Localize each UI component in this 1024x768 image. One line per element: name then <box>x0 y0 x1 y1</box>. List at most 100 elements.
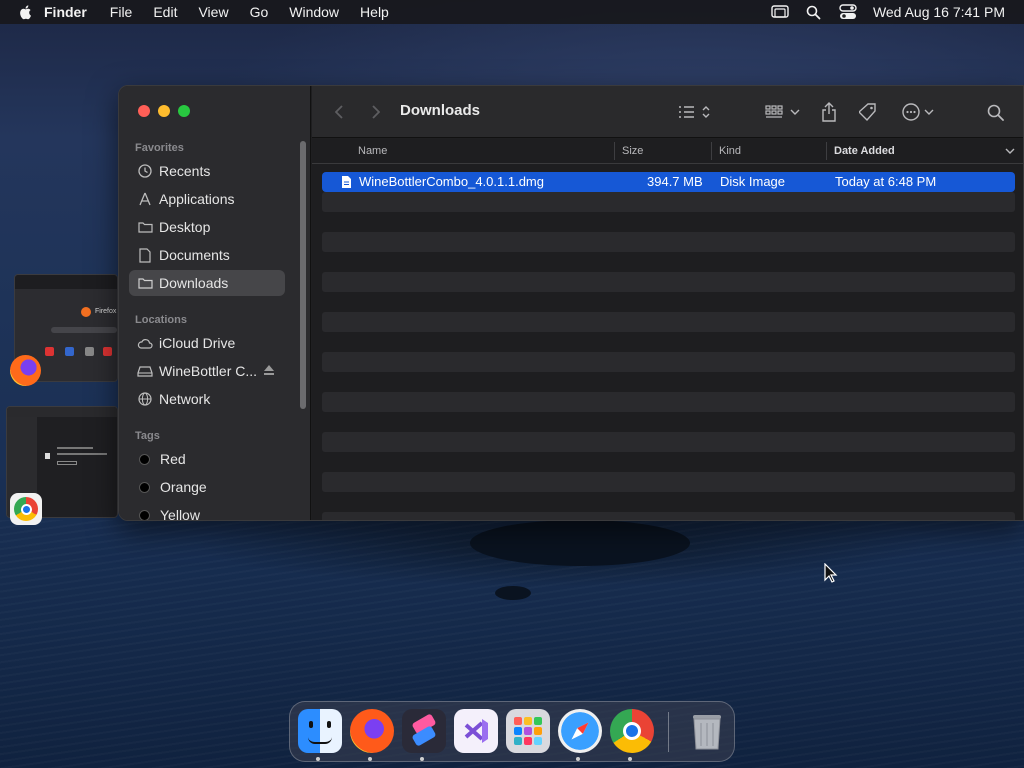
column-header-kind[interactable]: Kind <box>719 145 741 157</box>
empty-row-stripe <box>322 352 1015 372</box>
eject-icon[interactable] <box>263 364 275 376</box>
tag-dot-icon <box>139 509 150 520</box>
file-name: WineBottlerCombo_4.0.1.1.dmg <box>359 174 544 189</box>
applications-icon <box>137 191 153 207</box>
sidebar-item-applications[interactable]: Applications <box>129 186 285 212</box>
sidebar-item-label: Orange <box>160 479 207 495</box>
menu-bar: Finder File Edit View Go Window Help Wed… <box>0 0 1024 24</box>
column-divider[interactable] <box>614 142 615 160</box>
screen-mirroring-icon[interactable] <box>771 3 789 21</box>
dock-visual-studio-icon[interactable] <box>454 709 498 753</box>
menu-help[interactable]: Help <box>360 4 389 20</box>
tag-dot-icon <box>139 453 150 465</box>
zoom-window-button[interactable] <box>178 105 190 117</box>
clock-icon <box>137 163 153 179</box>
document-icon <box>137 247 153 263</box>
active-app-name[interactable]: Finder <box>44 4 87 20</box>
empty-row-stripe <box>322 312 1015 332</box>
column-header-row: Name Size Kind Date Added <box>312 139 1023 164</box>
close-window-button[interactable] <box>138 105 150 117</box>
search-button[interactable] <box>984 101 1006 123</box>
thumbnail-shortcut <box>65 347 74 356</box>
dock-finder-icon[interactable] <box>298 709 342 753</box>
menu-window[interactable]: Window <box>289 4 339 20</box>
sidebar-scrollbar[interactable] <box>300 141 306 409</box>
menu-file[interactable]: File <box>110 4 133 20</box>
sort-descending-chevron-icon[interactable] <box>1005 148 1015 155</box>
cloud-icon <box>137 335 153 351</box>
group-by-button[interactable] <box>764 101 804 123</box>
sidebar-item-label: Applications <box>159 191 235 207</box>
document-file-icon <box>342 176 351 188</box>
column-divider[interactable] <box>711 142 712 160</box>
menu-edit[interactable]: Edit <box>153 4 177 20</box>
sidebar-item-label: Documents <box>159 247 230 263</box>
column-header-name[interactable]: Name <box>358 145 387 157</box>
finder-window: Favorites Recents Applications Desktop D… <box>118 85 1024 521</box>
more-actions-button[interactable] <box>900 101 940 123</box>
dock-safari-icon[interactable] <box>558 709 602 753</box>
chevron-right-icon <box>371 105 380 119</box>
running-indicator-dot <box>420 757 424 761</box>
control-center-icon[interactable] <box>839 3 857 21</box>
dock-shortcuts-icon[interactable] <box>402 709 446 753</box>
file-kind: Disk Image <box>720 174 786 189</box>
share-button[interactable] <box>818 100 840 124</box>
sidebar-item-label: WineBottler C... <box>159 363 258 379</box>
thumbnail-line <box>57 461 77 465</box>
menu-view[interactable]: View <box>198 4 228 20</box>
menu-bar-clock[interactable]: Wed Aug 16 7:41 PM <box>873 4 1005 20</box>
sidebar-item-desktop[interactable]: Desktop <box>129 214 285 240</box>
dock-trash-icon[interactable] <box>685 709 729 753</box>
file-size: 394.7 MB <box>647 174 703 189</box>
view-options-button[interactable] <box>676 101 716 123</box>
grid-view-icon <box>765 105 800 118</box>
sidebar-tag-orange[interactable]: Orange <box>129 474 285 500</box>
sidebar-item-label: Yellow <box>160 507 200 521</box>
minimize-window-button[interactable] <box>158 105 170 117</box>
dock-separator <box>668 712 669 752</box>
thumbnail-shortcut <box>85 347 94 356</box>
running-indicator-dot <box>628 757 632 761</box>
dock-firefox-icon[interactable] <box>350 709 394 753</box>
share-icon <box>822 102 836 122</box>
tags-button[interactable] <box>857 101 879 123</box>
menu-go[interactable]: Go <box>250 4 269 20</box>
file-row[interactable]: WineBottlerCombo_4.0.1.1.dmg 394.7 MB Di… <box>322 172 1015 192</box>
sidebar-item-label: Desktop <box>159 219 211 235</box>
column-divider[interactable] <box>826 142 827 160</box>
sidebar-item-label: iCloud Drive <box>159 335 236 351</box>
forward-button[interactable] <box>368 103 382 121</box>
sidebar-item-winebottler-volume[interactable]: WineBottler C... <box>129 358 285 384</box>
dock-launchpad-icon[interactable] <box>506 709 550 753</box>
file-list: Name Size Kind Date Added WineBottlerCom… <box>312 139 1023 520</box>
sidebar-item-icloud-drive[interactable]: iCloud Drive <box>129 330 285 356</box>
sidebar-item-recents[interactable]: Recents <box>129 158 285 184</box>
spotlight-search-icon[interactable] <box>805 3 823 21</box>
thumbnail-shortcut <box>45 347 54 356</box>
sidebar-section-tags: Tags <box>135 430 160 442</box>
dock <box>289 701 735 762</box>
empty-row-stripe <box>322 272 1015 292</box>
sidebar-item-downloads[interactable]: Downloads <box>129 270 285 296</box>
empty-row-stripe <box>322 472 1015 492</box>
back-button[interactable] <box>332 103 346 121</box>
thumbnail-tabbar <box>15 275 117 289</box>
sidebar-item-label: Network <box>159 391 211 407</box>
sidebar-item-label: Red <box>160 451 186 467</box>
chrome-app-badge-icon[interactable] <box>10 493 42 525</box>
column-header-date-added[interactable]: Date Added <box>834 145 895 157</box>
sidebar-tag-yellow[interactable]: Yellow <box>129 502 285 521</box>
sidebar-item-network[interactable]: Network <box>129 386 285 412</box>
sidebar-item-label: Recents <box>159 163 211 179</box>
tag-icon <box>859 103 876 121</box>
window-title: Downloads <box>400 102 481 119</box>
running-indicator-dot <box>576 757 580 761</box>
column-header-size[interactable]: Size <box>622 145 643 157</box>
dock-chrome-icon[interactable] <box>610 709 654 753</box>
sidebar-tag-red[interactable]: Red <box>129 446 285 472</box>
thumbnail-shortcut <box>103 347 112 356</box>
firefox-app-badge-icon[interactable] <box>10 355 41 386</box>
apple-menu-icon[interactable] <box>18 4 34 20</box>
sidebar-item-documents[interactable]: Documents <box>129 242 285 268</box>
